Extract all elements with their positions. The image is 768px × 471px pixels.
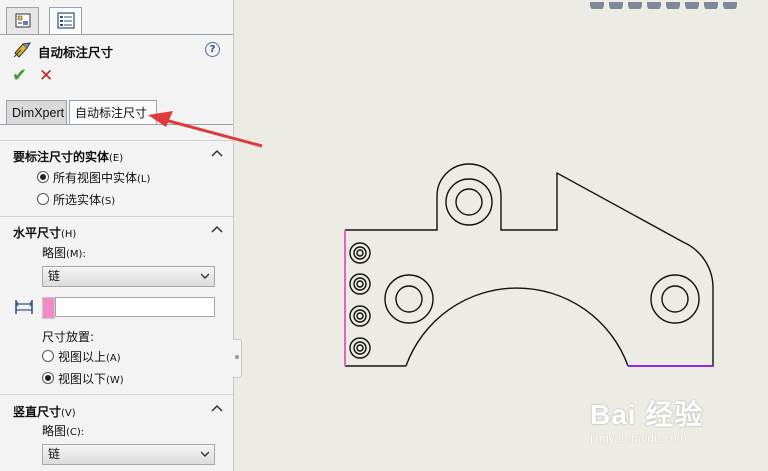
list-settings-icon (57, 12, 75, 29)
previous-view-icon[interactable] (628, 2, 642, 9)
zoom-fit-icon[interactable] (590, 2, 604, 9)
heads-up-toolbar (590, 0, 768, 9)
ok-button[interactable]: ✔ (12, 67, 27, 85)
tab-autodimension[interactable]: 自动标注尺寸 (69, 100, 157, 125)
property-manager-panel: 自动标注尺寸 ? ✔ ✕ DimXpert 自动标注尺寸 要标注尺寸的实体(E)… (0, 0, 234, 471)
pm-header: 自动标注尺寸 ? (12, 41, 226, 60)
horizontal-baseline-icon (15, 300, 33, 314)
group-title: 水平尺寸(H) (13, 226, 77, 240)
scheme-label: 略图(M): (42, 246, 86, 260)
collapse-chevron-icon[interactable] (211, 224, 223, 236)
tab-divider (0, 34, 233, 35)
radio-button[interactable] (42, 372, 54, 384)
configuration-tab[interactable] (49, 7, 82, 35)
collapse-chevron-icon[interactable] (211, 403, 223, 415)
collapse-chevron-icon[interactable] (211, 148, 223, 160)
selection-color-swatch (42, 297, 55, 319)
horizontal-baseline-field[interactable] (55, 297, 215, 317)
placement-label: 尺寸放置: (42, 330, 95, 344)
sub-tab-divider (0, 124, 233, 125)
hide-show-icon[interactable] (704, 2, 718, 9)
horizontal-scheme-select[interactable]: 链 (42, 266, 215, 287)
watermark-url: jingyan.baidu.com (590, 431, 687, 445)
chevron-down-icon (201, 451, 209, 457)
divider (0, 394, 233, 395)
radio-button[interactable] (42, 350, 54, 362)
group-title: 竖直尺寸(V) (13, 405, 76, 419)
divider (0, 140, 233, 141)
view-orientation-icon[interactable] (666, 2, 680, 9)
baidu-watermark: Bai 经验 jingyan.baidu.com (590, 393, 760, 459)
property-manager-tab[interactable] (6, 7, 39, 34)
tab-dimxpert[interactable]: DimXpert (6, 100, 67, 124)
display-style-icon[interactable] (685, 2, 699, 9)
radio-button[interactable] (37, 193, 49, 205)
help-icon[interactable]: ? (205, 42, 220, 57)
cancel-button[interactable]: ✕ (39, 67, 53, 85)
zoom-area-icon[interactable] (609, 2, 623, 9)
watermark-logo: Bai 经验 (590, 399, 704, 430)
autodimension-icon (13, 42, 31, 58)
group-title: 要标注尺寸的实体(E) (13, 150, 124, 164)
page-title: 自动标注尺寸 (38, 45, 114, 60)
property-manager-icon (15, 13, 31, 28)
appearance-icon[interactable] (723, 2, 737, 9)
vertical-scheme-select[interactable]: 链 (42, 444, 215, 465)
baseline-row (14, 295, 219, 319)
chevron-down-icon (201, 273, 209, 279)
section-view-icon[interactable] (647, 2, 661, 9)
divider (0, 216, 233, 217)
scheme-label: 略图(C): (42, 424, 85, 438)
radio-button[interactable] (37, 171, 49, 183)
